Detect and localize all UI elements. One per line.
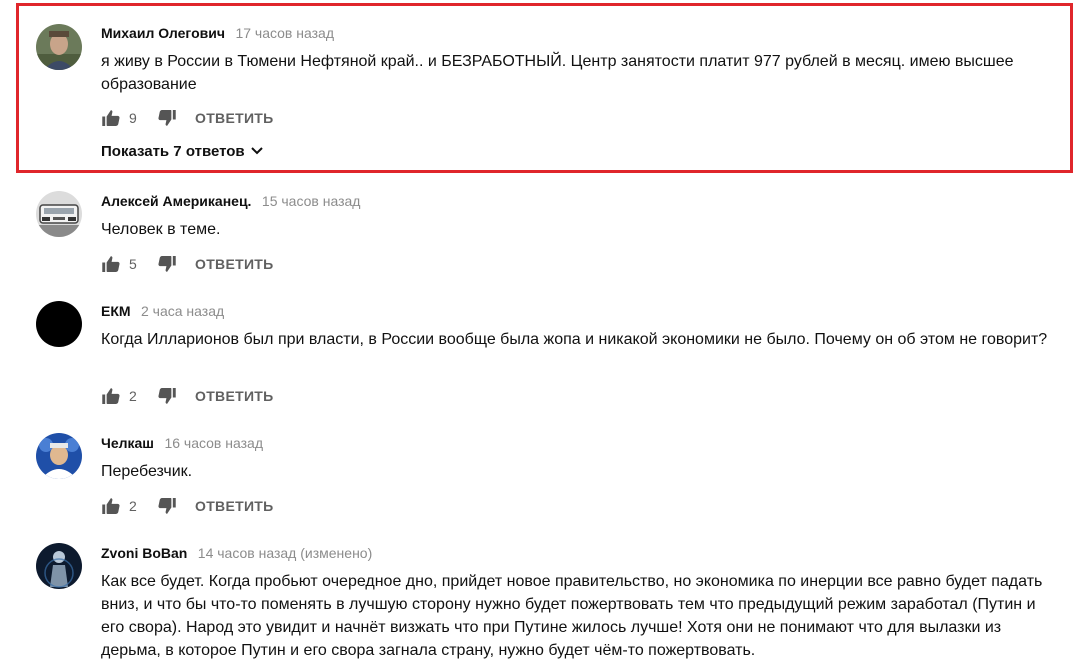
thumbs-up-icon[interactable]	[101, 496, 121, 516]
comment-text: Перебезчик.	[101, 463, 193, 480]
avatar-image	[36, 24, 82, 70]
comment-timestamp[interactable]: 14 часов назад (изменено)	[198, 545, 372, 561]
comments-section: Михаил Олегович 17 часов назад я живу в …	[0, 0, 1089, 671]
comment-text: я живу в России в Тюмени Нефтяной край..…	[101, 53, 1014, 93]
show-replies-button[interactable]: Показать 7 ответов	[101, 140, 264, 162]
thumbs-up-icon[interactable]	[101, 108, 121, 128]
avatar-image	[36, 301, 82, 347]
comment-text: Человек в теме.	[101, 221, 221, 238]
avatar[interactable]	[36, 191, 82, 237]
comment-thread: ЕКМ 2 часа назад Когда Илларионов был пр…	[0, 285, 1089, 417]
thumbs-down-icon[interactable]	[157, 386, 177, 406]
show-replies-label: Показать 7 ответов	[101, 142, 245, 160]
reply-button[interactable]: ОТВЕТИТЬ	[195, 498, 274, 514]
comment-thread: Алексей Американец. 15 часов назад Челов…	[0, 175, 1089, 285]
avatar[interactable]	[36, 543, 82, 589]
comment-timestamp[interactable]: 17 часов назад	[235, 25, 334, 41]
comment-actions: 9 ОТВЕТИТЬ	[101, 108, 274, 128]
comment-author[interactable]: ЕКМ	[101, 303, 131, 319]
reply-button[interactable]: ОТВЕТИТЬ	[195, 388, 274, 404]
thumbs-up-icon[interactable]	[101, 386, 121, 406]
comment-timestamp[interactable]: 15 часов назад	[262, 193, 361, 209]
reply-button[interactable]: ОТВЕТИТЬ	[195, 110, 274, 126]
avatar[interactable]	[36, 301, 82, 347]
thumbs-down-icon[interactable]	[157, 496, 177, 516]
comment-thread: Челкаш 16 часов назад Перебезчик. 2 ОТВЕ…	[0, 417, 1089, 527]
reply-button[interactable]: ОТВЕТИТЬ	[195, 256, 274, 272]
thumbs-down-icon[interactable]	[157, 108, 177, 128]
comment-actions: 2 ОТВЕТИТЬ	[101, 386, 274, 406]
thumbs-up-icon[interactable]	[101, 254, 121, 274]
like-count: 2	[129, 498, 137, 514]
comment-timestamp[interactable]: 2 часа назад	[141, 303, 224, 319]
comment-actions: 5 ОТВЕТИТЬ	[101, 254, 274, 274]
comment-thread: Zvoni BoBan 14 часов назад (изменено) Ка…	[0, 527, 1089, 671]
like-count: 9	[129, 110, 137, 126]
like-count: 2	[129, 388, 137, 404]
like-count: 5	[129, 256, 137, 272]
chevron-down-icon	[250, 146, 264, 156]
thumbs-down-icon[interactable]	[157, 254, 177, 274]
comment-timestamp[interactable]: 16 часов назад	[164, 435, 263, 451]
comment-author[interactable]: Челкаш	[101, 435, 154, 451]
comment-author[interactable]: Алексей Американец.	[101, 193, 251, 209]
avatar-image	[36, 433, 82, 479]
comment-actions: 2 ОТВЕТИТЬ	[101, 496, 274, 516]
avatar-image	[36, 543, 82, 589]
comment-thread: Михаил Олегович 17 часов назад я живу в …	[0, 0, 1089, 175]
comment-author[interactable]: Zvoni BoBan	[101, 545, 187, 561]
comment-author[interactable]: Михаил Олегович	[101, 25, 225, 41]
avatar[interactable]	[36, 24, 82, 70]
avatar[interactable]	[36, 433, 82, 479]
avatar-image	[36, 191, 82, 237]
comment-text: Как все будет. Когда пробьют очередное д…	[101, 573, 1043, 659]
comment-text: Когда Илларионов был при власти, в Росси…	[101, 331, 1048, 348]
